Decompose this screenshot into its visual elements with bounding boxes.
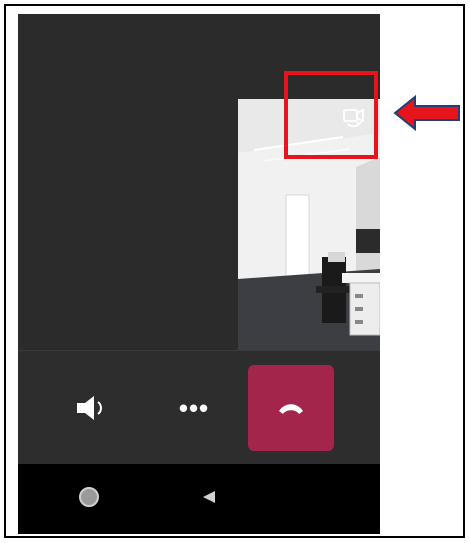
back-triangle-icon bbox=[203, 491, 215, 503]
more-dots-icon: ••• bbox=[178, 392, 210, 423]
end-call-button[interactable] bbox=[248, 365, 334, 451]
android-navigation-bar bbox=[18, 464, 380, 534]
left-arrow-icon bbox=[393, 94, 460, 132]
remote-video-area bbox=[18, 14, 380, 350]
home-button[interactable] bbox=[78, 486, 100, 508]
annotation-arrow bbox=[393, 93, 463, 133]
speaker-icon bbox=[77, 396, 102, 420]
home-circle-icon bbox=[79, 487, 99, 507]
speaker-button[interactable] bbox=[48, 365, 134, 451]
call-controls-bar: ••• bbox=[18, 350, 380, 464]
annotation-highlight-box bbox=[284, 71, 378, 159]
back-button[interactable] bbox=[201, 489, 217, 505]
more-options-button[interactable]: ••• bbox=[151, 365, 237, 451]
phone-hangup-icon bbox=[279, 404, 303, 414]
